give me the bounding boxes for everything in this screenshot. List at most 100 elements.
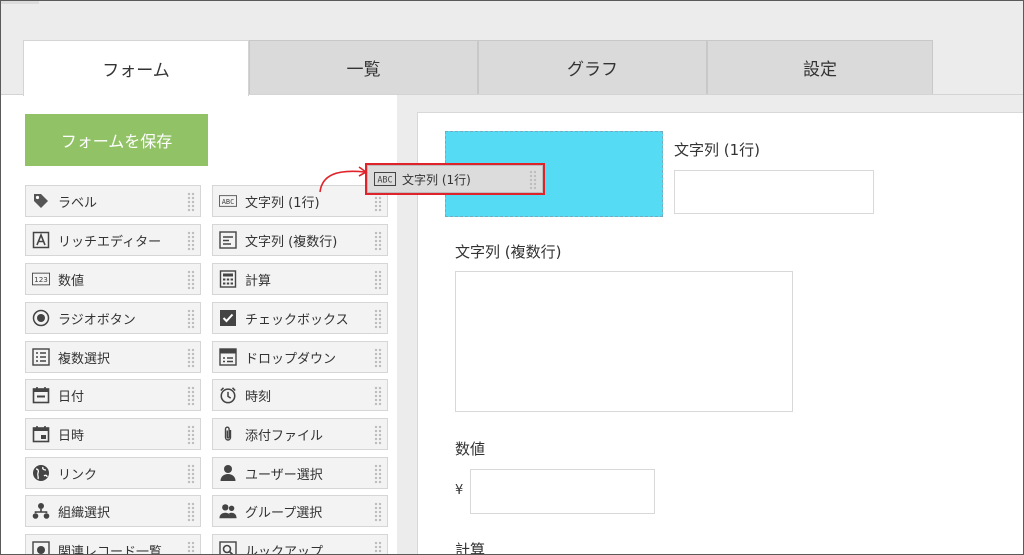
field-label-calc: 計算 xyxy=(455,539,485,555)
palette-item-label[interactable]: ラベル xyxy=(25,185,201,217)
drag-handle[interactable] xyxy=(187,309,195,329)
palette-item-text: ラベル xyxy=(58,192,97,211)
drag-handle[interactable] xyxy=(187,270,195,290)
palette-item-datetime[interactable]: 日時 xyxy=(25,418,201,450)
palette-item-text: リッチエディター xyxy=(58,231,161,250)
tag-icon xyxy=(32,192,50,210)
org-icon xyxy=(32,502,50,520)
tab-label: フォーム xyxy=(102,56,170,81)
text-multi-textarea[interactable] xyxy=(455,271,793,412)
drag-handle[interactable] xyxy=(187,425,195,445)
dropdown-icon xyxy=(219,348,237,366)
palette-item-group-select[interactable]: グループ選択 xyxy=(212,495,388,527)
radio-icon xyxy=(32,309,50,327)
top-stub xyxy=(1,1,39,4)
palette-item-text: 日付 xyxy=(58,386,84,405)
palette-item-dropdown[interactable]: ドロップダウン xyxy=(212,341,388,373)
tab-label: 一覧 xyxy=(347,55,381,80)
palette-item-related-records[interactable]: 関連レコード一覧 xyxy=(25,534,201,555)
palette-item-text: ルックアップ xyxy=(245,541,323,555)
palette-item-text: 組織選択 xyxy=(58,502,110,521)
drag-handle[interactable] xyxy=(374,464,382,484)
app-frame: フォーム 一覧 グラフ 設定 フォームを保存 ラベル リッチエディター 123 … xyxy=(0,0,1024,555)
palette-item-calc[interactable]: 計算 xyxy=(212,263,388,295)
palette-item-text: 時刻 xyxy=(245,386,271,405)
palette-item-text: ラジオボタン xyxy=(58,309,136,328)
drag-handle[interactable] xyxy=(374,386,382,406)
drag-handle[interactable] xyxy=(187,502,195,522)
drag-handle[interactable] xyxy=(374,502,382,522)
drag-handle[interactable] xyxy=(529,170,537,190)
calculator-icon xyxy=(219,270,237,288)
palette-item-text: 計算 xyxy=(245,270,271,289)
palette-item-text: 文字列 (1行) xyxy=(245,192,320,211)
palette-item-text: ユーザー選択 xyxy=(245,464,323,483)
drag-handle[interactable] xyxy=(187,541,195,555)
lookup-icon xyxy=(219,541,237,555)
palette-item-text: ドロップダウン xyxy=(245,348,336,367)
text-single-input[interactable] xyxy=(674,170,874,214)
palette-item-text: チェックボックス xyxy=(245,309,349,328)
clock-icon xyxy=(219,386,237,404)
palette-item-org-select[interactable]: 組織選択 xyxy=(25,495,201,527)
tab-form[interactable]: フォーム xyxy=(23,40,249,96)
palette-item-text-multi[interactable]: 文字列 (複数行) xyxy=(212,224,388,256)
drag-handle[interactable] xyxy=(374,231,382,251)
drag-handle[interactable] xyxy=(187,464,195,484)
drag-handle[interactable] xyxy=(187,231,195,251)
currency-prefix: ¥ xyxy=(455,483,463,498)
palette-item-attachment[interactable]: 添付ファイル xyxy=(212,418,388,450)
drag-handle[interactable] xyxy=(374,309,382,329)
palette-item-multi-select[interactable]: 複数選択 xyxy=(25,341,201,373)
palette-item-text: グループ選択 xyxy=(245,502,322,521)
palette-item-link[interactable]: リンク xyxy=(25,457,201,489)
save-form-button[interactable]: フォームを保存 xyxy=(25,114,208,166)
palette-item-date[interactable]: 日付 xyxy=(25,379,201,411)
palette-item-radio[interactable]: ラジオボタン xyxy=(25,302,201,334)
drag-handle[interactable] xyxy=(374,348,382,368)
tab-graph[interactable]: グラフ xyxy=(478,40,707,94)
svg-text:ABC: ABC xyxy=(377,176,392,186)
multiline-icon xyxy=(219,231,237,249)
related-records-icon xyxy=(32,541,50,555)
drag-handle[interactable] xyxy=(187,348,195,368)
drag-handle[interactable] xyxy=(374,270,382,290)
palette-item-lookup[interactable]: ルックアップ xyxy=(212,534,388,555)
palette-item-rich-editor[interactable]: リッチエディター xyxy=(25,224,201,256)
datetime-icon xyxy=(32,425,50,443)
palette-item-time[interactable]: 時刻 xyxy=(212,379,388,411)
palette-item-checkbox[interactable]: チェックボックス xyxy=(212,302,388,334)
tab-settings[interactable]: 設定 xyxy=(707,40,933,94)
number-icon: 123 xyxy=(32,270,50,288)
palette-item-text: リンク xyxy=(58,464,97,483)
field-label-text-multi: 文字列 (複数行) xyxy=(455,241,561,262)
svg-text:123: 123 xyxy=(34,275,48,284)
globe-icon xyxy=(32,464,50,482)
palette-item-text: 関連レコード一覧 xyxy=(58,541,162,555)
multi-select-icon xyxy=(32,348,50,366)
drag-arrow-icon xyxy=(317,159,373,195)
group-icon xyxy=(219,502,237,520)
checkbox-icon xyxy=(219,309,237,327)
palette-item-text: 複数選択 xyxy=(58,348,110,367)
field-label-number: 数値 xyxy=(455,438,485,459)
tab-label: グラフ xyxy=(567,55,618,80)
drag-handle[interactable] xyxy=(187,386,195,406)
number-input[interactable] xyxy=(470,469,655,514)
calendar-icon xyxy=(32,386,50,404)
drag-handle[interactable] xyxy=(187,192,195,212)
tab-list[interactable]: 一覧 xyxy=(249,40,478,94)
field-label-text-single: 文字列 (1行) xyxy=(674,139,760,160)
drag-handle[interactable] xyxy=(374,425,382,445)
dragging-field-item[interactable]: ABC 文字列 (1行) xyxy=(367,165,543,193)
palette-item-text: 添付ファイル xyxy=(245,425,323,444)
palette-item-number[interactable]: 123 数値 xyxy=(25,263,201,295)
tab-label: 設定 xyxy=(803,55,837,80)
palette-item-text: 文字列 (複数行) xyxy=(245,231,337,250)
rich-editor-icon xyxy=(32,231,50,249)
drag-handle[interactable] xyxy=(374,192,382,212)
abc-icon: ABC xyxy=(219,192,237,210)
palette-item-user-select[interactable]: ユーザー選択 xyxy=(212,457,388,489)
dragging-field-label: 文字列 (1行) xyxy=(402,171,471,188)
drag-handle[interactable] xyxy=(374,541,382,555)
